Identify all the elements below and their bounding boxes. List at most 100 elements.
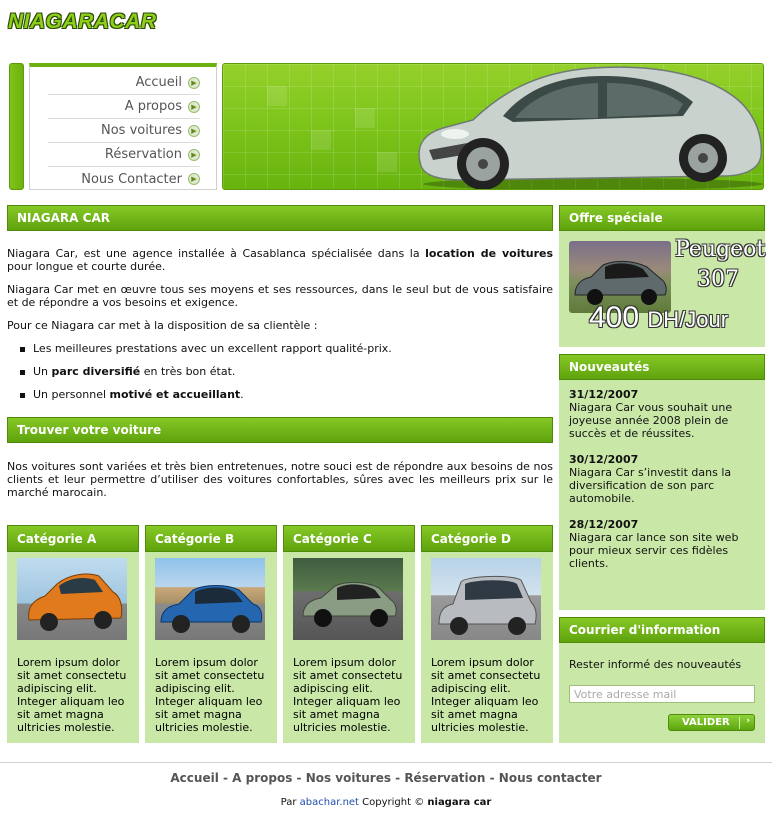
- feature-list: Les meilleures prestations avec un excel…: [7, 342, 553, 401]
- arrow-right-icon: ▶: [188, 148, 200, 161]
- news-item: 30/12/2007 Niagara Car s’investit dans l…: [569, 453, 755, 505]
- newsletter-label: Rester informé des nouveautés: [569, 658, 742, 671]
- intro-bold: location de voitures: [425, 247, 553, 260]
- feature-text: Les meilleures prestations avec un excel…: [33, 342, 392, 355]
- arrow-right-icon: ▶: [188, 173, 200, 185]
- news-date: 28/12/2007: [569, 518, 639, 531]
- news-item: 31/12/2007 Niagara Car vous souhait une …: [569, 388, 755, 440]
- footer-link-a-propos[interactable]: A propos: [232, 771, 292, 785]
- offer-body[interactable]: Peugeot 307 400 DH/Jour: [559, 231, 765, 343]
- chevron-right-icon: ›: [746, 716, 750, 726]
- banner-square: [267, 86, 287, 106]
- category-card-c[interactable]: Catégorie C Lorem ipsum dolor sit amet c…: [283, 525, 415, 743]
- feature-item: Les meilleures prestations avec un excel…: [20, 342, 553, 355]
- paragraph-3: Pour ce Niagara car met à la disposition…: [7, 319, 318, 332]
- footer-links: Accueil - A propos - Nos voitures - Rése…: [0, 771, 772, 785]
- section-title: Trouver votre voiture: [17, 423, 162, 437]
- category-title: Catégorie B: [155, 531, 235, 546]
- nav-label: Nous Contacter: [81, 171, 182, 187]
- category-title: Catégorie A: [17, 531, 97, 546]
- feature-bold: parc diversifié: [51, 365, 141, 378]
- header-banner: [222, 63, 764, 190]
- news-text: Niagara Car vous souhait une joyeuse ann…: [569, 401, 733, 440]
- feature-bold: motivé et accueillant: [109, 388, 241, 401]
- nav-label: Réservation: [104, 147, 182, 162]
- submit-button[interactable]: VALIDER ›: [668, 714, 755, 731]
- offer-price: 400 DH/Jour: [589, 301, 728, 335]
- main-nav: Accueil ▶ A propos ▶ Nos voitures ▶ Réserva…: [29, 63, 217, 190]
- category-card-b[interactable]: Catégorie B Lorem ipsum dolor sit amet c…: [145, 525, 277, 743]
- offer-model: Peugeot: [675, 237, 766, 262]
- category-text: Lorem ipsum dolor sit amet consectetu ad…: [431, 656, 541, 734]
- banner-square: [355, 108, 375, 128]
- site-logo[interactable]: NIAGARACAR: [8, 10, 157, 34]
- newsletter-header: Courrier d'information: [559, 617, 765, 643]
- footer-link-reservation[interactable]: Réservation: [404, 771, 485, 785]
- footer-separator: -: [292, 771, 306, 785]
- section-title: NIAGARA CAR: [17, 211, 110, 225]
- news-text: Niagara car lance son site web pour mieu…: [569, 531, 739, 570]
- feature-text: .: [240, 388, 244, 401]
- category-title: Catégorie D: [431, 531, 511, 546]
- category-photo[interactable]: [155, 558, 265, 640]
- intro-content: Niagara Car, est une agence installée à …: [7, 247, 553, 411]
- offer-price-value: 400: [589, 301, 640, 334]
- submit-label: VALIDER: [682, 717, 730, 728]
- nav-item-accueil[interactable]: Accueil ▶: [48, 71, 200, 95]
- banner-square: [377, 152, 397, 172]
- author-link[interactable]: abachar.net: [300, 797, 359, 808]
- news-list: 31/12/2007 Niagara Car vous souhait une …: [559, 380, 765, 570]
- category-header: Catégorie A: [7, 525, 139, 552]
- arrow-right-icon: ▶: [188, 76, 200, 89]
- special-offer-header: Offre spéciale: [559, 205, 765, 231]
- arrow-right-icon: ▶: [188, 100, 200, 113]
- category-card-a[interactable]: Catégorie A Lorem ipsum dolor sit amet c…: [7, 525, 139, 743]
- news-text: Niagara Car s’investit dans la diversifi…: [569, 466, 732, 505]
- category-photo[interactable]: [431, 558, 541, 640]
- category-text: Lorem ipsum dolor sit amet consectetu ad…: [17, 656, 127, 734]
- category-text: Lorem ipsum dolor sit amet consectetu ad…: [293, 656, 403, 734]
- footer-credit: Par abachar.net Copyright © niagara car: [0, 797, 772, 808]
- nav-item-reservation[interactable]: Réservation ▶: [48, 143, 200, 167]
- feature-item: Un parc diversifié en très bon état.: [20, 365, 553, 378]
- find-paragraph: Nos voitures sont variées et très bien e…: [7, 460, 553, 499]
- nav-label: Accueil: [135, 75, 182, 90]
- nav-label: A propos: [124, 99, 182, 114]
- category-header: Catégorie B: [145, 525, 277, 552]
- panel-title: Nouveautés: [569, 360, 650, 374]
- footer-link-accueil[interactable]: Accueil: [170, 771, 218, 785]
- footer-separator: -: [390, 771, 405, 785]
- email-input[interactable]: Votre adresse mail: [569, 685, 755, 703]
- news-header: Nouveautés: [559, 354, 765, 380]
- banner-square: [311, 130, 331, 150]
- intro-paragraph: Niagara Car, est une agence installée à …: [7, 247, 553, 273]
- left-accent-bar: [9, 63, 24, 190]
- feature-text: en très bon état.: [140, 365, 236, 378]
- nav-item-a-propos[interactable]: A propos ▶: [48, 95, 200, 119]
- footer-divider: [0, 762, 772, 763]
- section-header-niagara: NIAGARA CAR: [7, 205, 553, 231]
- category-photo[interactable]: [17, 558, 127, 640]
- button-separator: [739, 717, 740, 729]
- footer-link-nos-voitures[interactable]: Nos voitures: [306, 771, 391, 785]
- offer-price-unit: DH/Jour: [647, 307, 729, 332]
- category-header: Catégorie D: [421, 525, 553, 552]
- news-item: 28/12/2007 Niagara car lance son site we…: [569, 518, 755, 570]
- panel-title: Offre spéciale: [569, 211, 663, 225]
- category-card-d[interactable]: Catégorie D Lorem ipsum dolor sit amet c…: [421, 525, 553, 743]
- category-photo[interactable]: [293, 558, 403, 640]
- feature-text: Un personnel: [33, 388, 110, 401]
- category-text: Lorem ipsum dolor sit amet consectetu ad…: [155, 656, 265, 734]
- footer-link-contact[interactable]: Nous contacter: [499, 771, 602, 785]
- category-title: Catégorie C: [293, 531, 372, 546]
- nav-item-nos-voitures[interactable]: Nos voitures ▶: [48, 119, 200, 143]
- nav-item-contact[interactable]: Nous Contacter ▶: [48, 167, 200, 191]
- panel-title: Courrier d'information: [569, 623, 721, 637]
- category-header: Catégorie C: [283, 525, 415, 552]
- nav-label: Nos voitures: [100, 123, 182, 138]
- special-offer-panel: Offre spéciale Peugeot 307 400 DH/Jour: [559, 205, 765, 347]
- intro-text-end: pour longue et courte durée.: [7, 260, 166, 273]
- intro-text: Niagara Car, est une agence installée à …: [7, 247, 426, 260]
- news-date: 30/12/2007: [569, 453, 639, 466]
- car-illustration: [418, 66, 763, 189]
